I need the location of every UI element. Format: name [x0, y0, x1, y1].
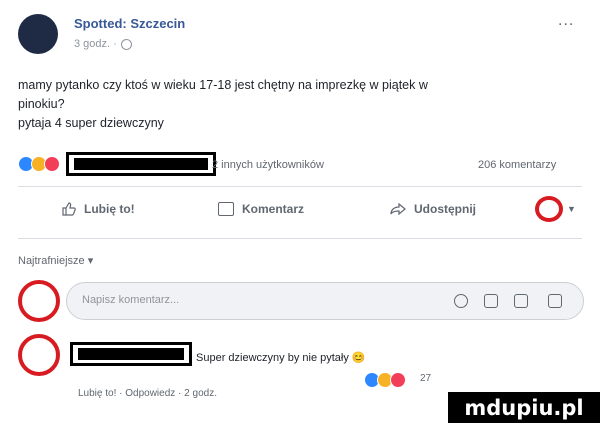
highlight-circle — [18, 280, 60, 322]
page-name-link[interactable]: Spotted: Szczecin — [74, 16, 185, 31]
love-reaction-icon — [390, 372, 406, 388]
highlight-circle — [535, 196, 563, 222]
comment-sort-dropdown[interactable]: Najtrafniejsze ▾ — [18, 254, 93, 267]
thumbs-up-icon — [62, 202, 76, 216]
comment-button[interactable]: Komentarz — [218, 202, 304, 216]
share-icon — [390, 203, 406, 215]
like-label: Lubię to! — [84, 202, 135, 216]
gif-icon[interactable] — [514, 294, 528, 308]
comment-reactions[interactable] — [364, 372, 406, 388]
watermark-logo: mdupiu.pl — [448, 392, 600, 423]
more-options-icon[interactable]: ... — [558, 12, 574, 30]
comments-count-link[interactable]: 206 komentarzy — [478, 159, 556, 171]
comment-reaction-count: 27 — [420, 373, 432, 384]
highlight-circle — [18, 334, 60, 376]
share-button[interactable]: Udostępnij — [390, 202, 476, 216]
chevron-down-icon[interactable]: ▼ — [567, 204, 576, 214]
post-text-line: mamy pytanko czy ktoś w wieku 17-18 jest… — [18, 78, 428, 92]
censor-bar — [74, 158, 208, 170]
comment-icon — [218, 202, 234, 216]
love-reaction-icon — [44, 156, 60, 172]
divider — [18, 238, 582, 239]
divider — [18, 186, 582, 187]
sticker-icon[interactable] — [548, 294, 562, 308]
comment-actions[interactable]: Lubię to! · Odpowiedz · 2 godz. — [78, 388, 217, 399]
share-label: Udostępnij — [414, 202, 476, 216]
globe-icon — [120, 38, 132, 50]
comment-text: Super dziewczyny by nie pytały 😊 — [196, 352, 366, 364]
reactions-summary[interactable]: 2 innych użytkowników — [212, 159, 324, 171]
post-time[interactable]: 3 godz. · — [74, 38, 117, 50]
post-meta: 3 godz. · — [74, 38, 132, 50]
camera-icon[interactable] — [484, 294, 498, 308]
post-text-line: pytaja 4 super dziewczyny — [18, 116, 164, 130]
post-body: mamy pytanko czy ktoś w wieku 17-18 jest… — [18, 76, 578, 133]
like-button[interactable]: Lubię to! — [62, 202, 135, 216]
comment-input-placeholder: Napisz komentarz... — [82, 294, 180, 306]
comment-label: Komentarz — [242, 202, 305, 216]
emoji-icon[interactable] — [454, 294, 468, 308]
post-text-line: pinokiu? — [18, 97, 65, 111]
reaction-icons[interactable] — [18, 156, 60, 172]
page-avatar[interactable] — [18, 14, 58, 54]
censor-bar — [78, 348, 184, 360]
